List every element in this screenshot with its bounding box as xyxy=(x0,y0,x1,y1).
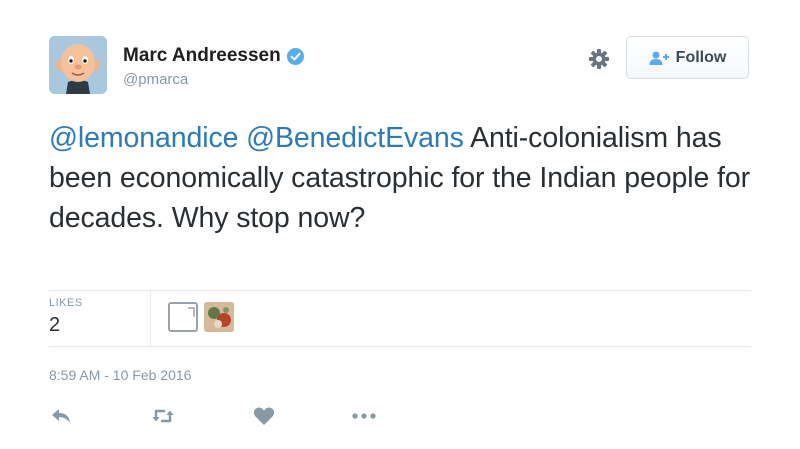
tweet-timestamp[interactable]: 8:59 AM - 10 Feb 2016 xyxy=(49,367,191,383)
follow-button-label: Follow xyxy=(675,48,727,66)
divider xyxy=(150,291,151,346)
more-icon[interactable] xyxy=(351,404,376,428)
retweet-icon[interactable] xyxy=(151,404,175,428)
tweet-text: @lemonandice @BenedictEvans Anti-colonia… xyxy=(49,118,764,238)
liker-avatar[interactable] xyxy=(204,302,234,332)
like-icon[interactable] xyxy=(252,404,276,428)
verified-badge-icon xyxy=(286,47,304,65)
user-handle[interactable]: @pmarca xyxy=(123,71,188,88)
divider xyxy=(49,346,751,347)
tweet-card: Marc Andreessen @pmarca Follow @lemonand… xyxy=(0,0,800,449)
likes-label[interactable]: LIKES xyxy=(49,297,83,309)
mention-link[interactable]: @BenedictEvans xyxy=(246,122,464,154)
follow-button[interactable]: Follow xyxy=(626,36,749,79)
display-name-text: Marc Andreessen xyxy=(123,45,281,66)
display-name[interactable]: Marc Andreessen xyxy=(123,45,304,67)
add-user-icon xyxy=(649,51,669,65)
avatar[interactable] xyxy=(49,36,107,94)
likes-count[interactable]: 2 xyxy=(49,314,60,337)
divider xyxy=(49,290,751,291)
mention-link[interactable]: @lemonandice xyxy=(49,122,238,154)
gear-icon[interactable] xyxy=(588,48,610,70)
reply-icon[interactable] xyxy=(49,404,73,428)
liker-avatar[interactable] xyxy=(168,302,198,332)
